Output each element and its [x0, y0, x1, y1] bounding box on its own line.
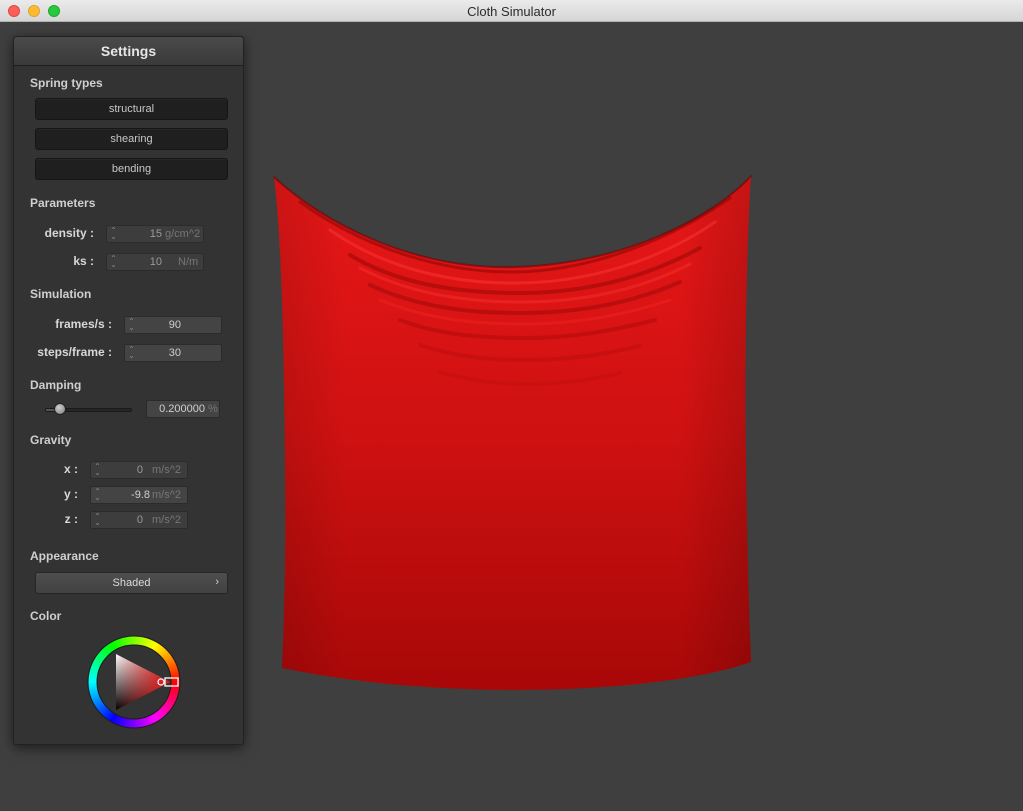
gravity-y-value: -9.8 — [131, 489, 150, 501]
window-title: Cloth Simulator — [467, 4, 556, 19]
frames-per-second-value: 90 — [168, 319, 181, 331]
parameters-heading: Parameters — [30, 196, 96, 210]
bending-button[interactable]: bending — [35, 158, 228, 180]
settings-panel-header[interactable]: Settings — [14, 37, 243, 66]
shearing-button[interactable]: shearing — [35, 128, 228, 150]
gravity-heading: Gravity — [30, 433, 72, 447]
spinner-icon: ⌃ ⌄ — [94, 487, 101, 502]
ks-unit: N/m — [178, 256, 199, 268]
ks-label: ks : — [73, 254, 94, 268]
color-wheel[interactable] — [86, 634, 182, 730]
gravity-y-field[interactable]: ⌃ ⌄ -9.8 m/s^2 — [90, 486, 188, 504]
gravity-z-unit: m/s^2 — [152, 514, 181, 526]
gravity-y-unit: m/s^2 — [152, 489, 181, 501]
gravity-x-value: 0 — [136, 464, 143, 476]
spring-types-heading: Spring types — [30, 76, 103, 90]
damping-unit: % — [208, 403, 218, 415]
cloth-viewport[interactable] — [260, 160, 770, 705]
gravity-z-value: 0 — [136, 514, 143, 526]
spinner-icon: ⌃ ⌄ — [94, 512, 101, 527]
damping-value: 0.200000 — [159, 403, 205, 415]
gravity-y-label: y : — [63, 487, 78, 501]
frames-per-second-label: frames/s : — [55, 317, 112, 331]
title-bar: Cloth Simulator — [0, 0, 1023, 22]
appearance-heading: Appearance — [30, 549, 99, 563]
steps-per-frame-label: steps/frame : — [37, 345, 112, 359]
gravity-x-field[interactable]: ⌃ ⌄ 0 m/s^2 — [90, 461, 188, 479]
steps-per-frame-field[interactable]: ⌃ ⌄ 30 — [124, 344, 222, 362]
spinner-icon: ⌃ ⌄ — [128, 317, 135, 332]
spinner-icon: ⌃ ⌄ — [128, 345, 135, 360]
density-value: 15 — [149, 228, 162, 240]
appearance-dropdown[interactable]: Shaded › — [35, 572, 228, 594]
chevron-right-icon: › — [215, 576, 219, 588]
damping-slider-knob[interactable] — [54, 403, 67, 415]
cloth-mesh — [273, 175, 752, 690]
frames-per-second-field[interactable]: ⌃ ⌄ 90 — [124, 316, 222, 334]
spinner-icon: ⌃ ⌄ — [110, 226, 117, 241]
density-unit: g/cm^2 — [165, 228, 201, 240]
damping-heading: Damping — [30, 378, 82, 392]
density-field[interactable]: ⌃ ⌄ 15 g/cm^2 — [106, 225, 204, 243]
settings-panel: Settings Spring types structural shearin… — [13, 36, 244, 745]
steps-per-frame-value: 30 — [168, 347, 181, 359]
structural-button[interactable]: structural — [35, 98, 228, 120]
spinner-icon: ⌃ ⌄ — [110, 254, 117, 269]
damping-field[interactable]: 0.200000 % — [146, 400, 220, 418]
gravity-z-label: z : — [64, 512, 78, 526]
gravity-z-field[interactable]: ⌃ ⌄ 0 m/s^2 — [90, 511, 188, 529]
gravity-x-label: x : — [63, 462, 78, 476]
ks-value: 10 — [149, 256, 162, 268]
color-heading: Color — [30, 609, 62, 623]
density-label: density : — [44, 226, 94, 240]
simulation-heading: Simulation — [30, 287, 92, 301]
ks-field[interactable]: ⌃ ⌄ 10 N/m — [106, 253, 204, 271]
gravity-x-unit: m/s^2 — [152, 464, 181, 476]
spinner-icon: ⌃ ⌄ — [94, 462, 101, 477]
appearance-selected: Shaded — [112, 577, 151, 589]
